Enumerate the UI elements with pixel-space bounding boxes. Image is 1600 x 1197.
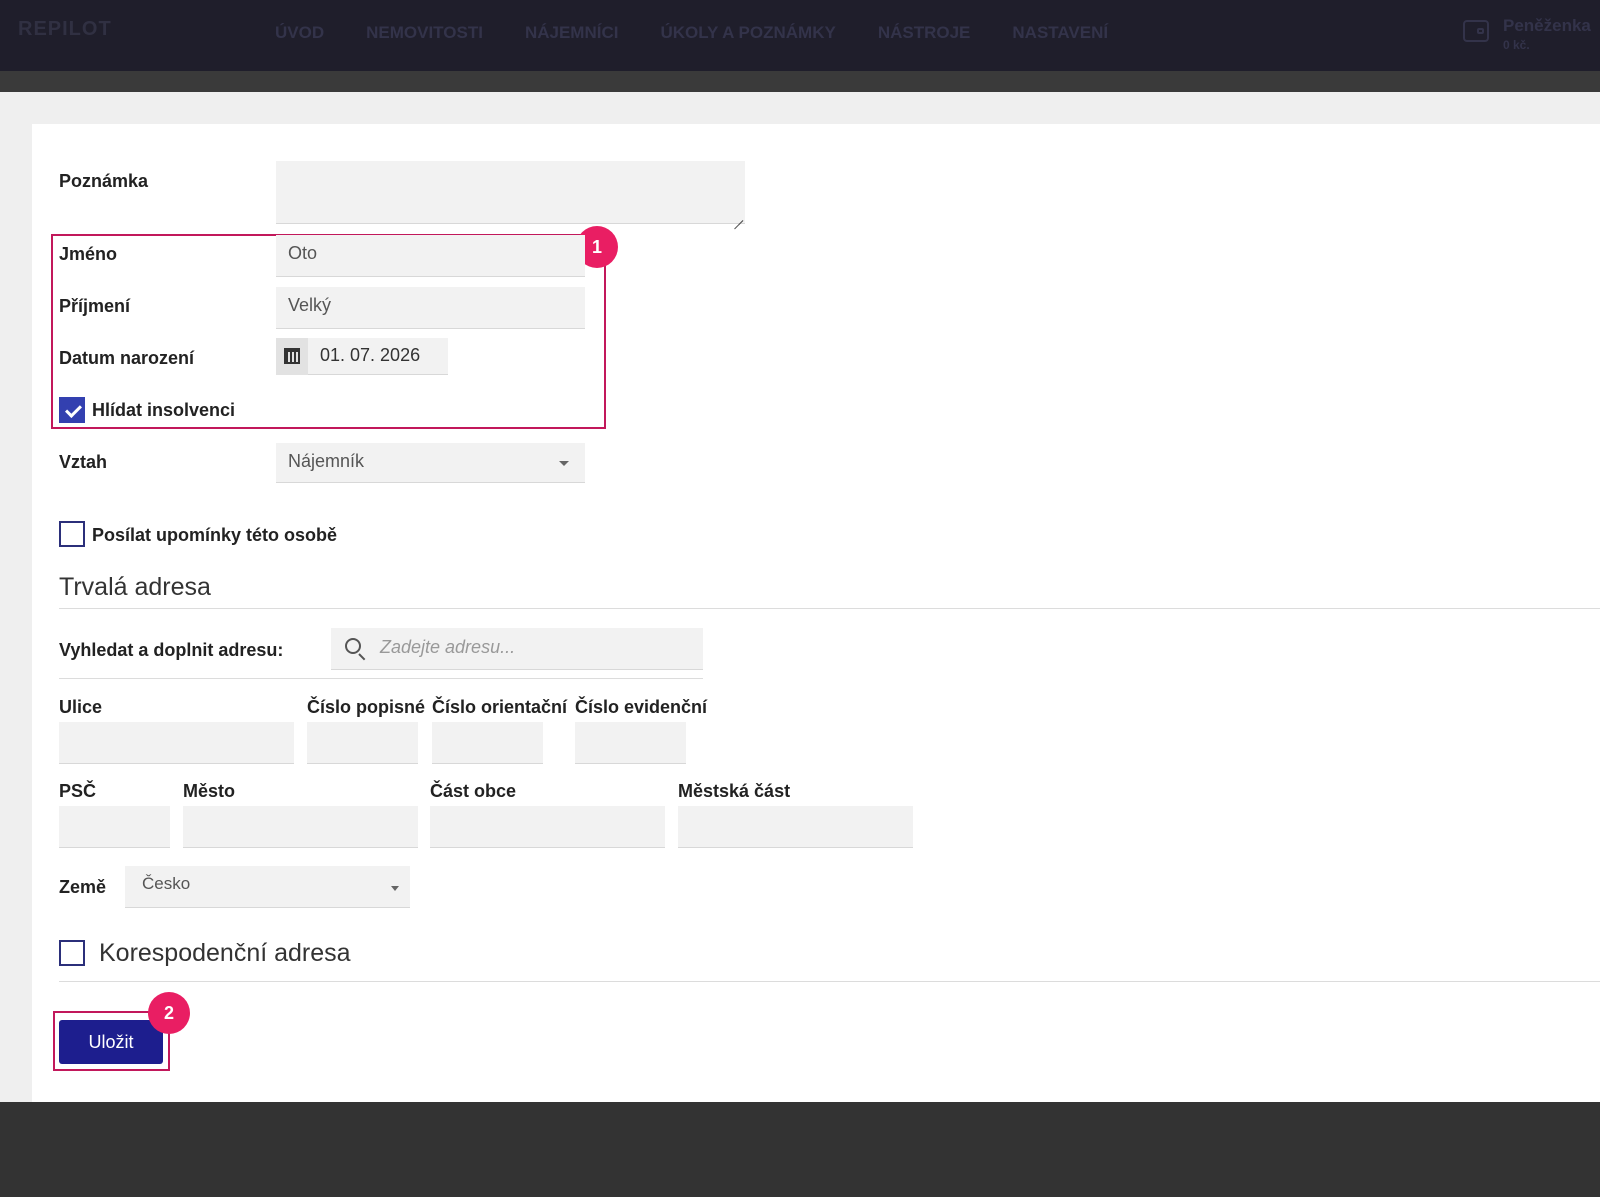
top-navigation-bar: REPILOT ÚVOD NEMOVITOSTI NÁJEMNÍCI ÚKOLY… (0, 0, 1600, 71)
registration-number-label: Číslo evidenční (575, 697, 708, 717)
zip-field[interactable] (59, 806, 170, 848)
nav-item-nastaveni[interactable]: NASTAVENÍ (1012, 23, 1108, 43)
app-logo[interactable]: REPILOT (18, 18, 112, 41)
annotation-badge-2: 2 (148, 992, 190, 1034)
relation-label: Vztah (59, 452, 108, 472)
note-label: Poznámka (59, 171, 149, 191)
street-label: Ulice (59, 697, 103, 717)
chevron-down-icon (559, 461, 569, 466)
first-name-field[interactable]: Oto (276, 235, 585, 277)
municipality-part-label: Část obce (430, 781, 517, 801)
city-label: Město (183, 781, 236, 801)
resize-handle-icon[interactable] (733, 211, 743, 221)
correspondence-address-checkbox[interactable] (59, 940, 85, 966)
watch-insolvency-label[interactable]: Hlídat insolvenci (92, 400, 235, 421)
date-picker-button[interactable] (276, 338, 308, 375)
country-select[interactable]: Česko (125, 866, 410, 908)
note-textarea[interactable] (276, 161, 745, 224)
search-icon (345, 638, 361, 654)
top-sub-strip (0, 71, 1600, 92)
permanent-address-title: Trvalá adresa (59, 573, 211, 601)
search-divider (59, 678, 703, 679)
birth-date-field[interactable]: 01. 07. 2026 (308, 338, 448, 375)
page-footer (0, 1102, 1600, 1197)
watch-insolvency-checkbox[interactable] (59, 397, 85, 423)
last-name-label: Příjmení (59, 296, 131, 316)
calendar-icon (284, 348, 300, 364)
nav-item-najemnici[interactable]: NÁJEMNÍCI (525, 23, 619, 43)
city-field[interactable] (183, 806, 418, 848)
correspondence-address-label[interactable]: Korespodenční adresa (99, 939, 351, 968)
relation-select[interactable]: Nájemník (276, 443, 585, 483)
nav-item-nemovitosti[interactable]: NEMOVITOSTI (366, 23, 483, 43)
municipality-part-field[interactable] (430, 806, 665, 848)
city-district-label: Městská část (678, 781, 791, 801)
section-divider (59, 608, 1600, 609)
address-search-input[interactable]: Zadejte adresu... (331, 628, 703, 670)
chevron-down-icon (391, 886, 399, 891)
registration-number-field[interactable] (575, 722, 686, 764)
send-reminders-checkbox[interactable] (59, 521, 85, 547)
address-search-label: Vyhledat a doplnit adresu: (59, 640, 284, 660)
wallet-title: Peněženka (1503, 16, 1591, 35)
wallet-amount: 0 kč. (1503, 38, 1530, 52)
street-field[interactable] (59, 722, 294, 764)
zip-label: PSČ (59, 781, 97, 801)
nav-item-nastroje[interactable]: NÁSTROJE (878, 23, 971, 43)
section-divider (59, 981, 1600, 982)
nav-item-ukoly[interactable]: ÚKOLY A POZNÁMKY (660, 23, 835, 43)
main-nav: ÚVOD NEMOVITOSTI NÁJEMNÍCI ÚKOLY A POZNÁ… (275, 23, 1150, 43)
country-label: Země (59, 877, 107, 897)
last-name-field[interactable]: Velký (276, 287, 585, 329)
house-number-label: Číslo popisné (307, 697, 426, 717)
first-name-label: Jméno (59, 244, 118, 264)
save-button[interactable]: Uložit (59, 1020, 163, 1064)
house-number-field[interactable] (307, 722, 418, 764)
nav-item-uvod[interactable]: ÚVOD (275, 23, 324, 43)
checkmark-icon (65, 401, 82, 418)
wallet-icon (1463, 20, 1489, 42)
send-reminders-label[interactable]: Posílat upomínky této osobě (92, 525, 337, 546)
orientation-number-label: Číslo orientační (432, 697, 568, 717)
birth-date-label: Datum narození (59, 348, 195, 368)
city-district-field[interactable] (678, 806, 913, 848)
orientation-number-field[interactable] (432, 722, 543, 764)
